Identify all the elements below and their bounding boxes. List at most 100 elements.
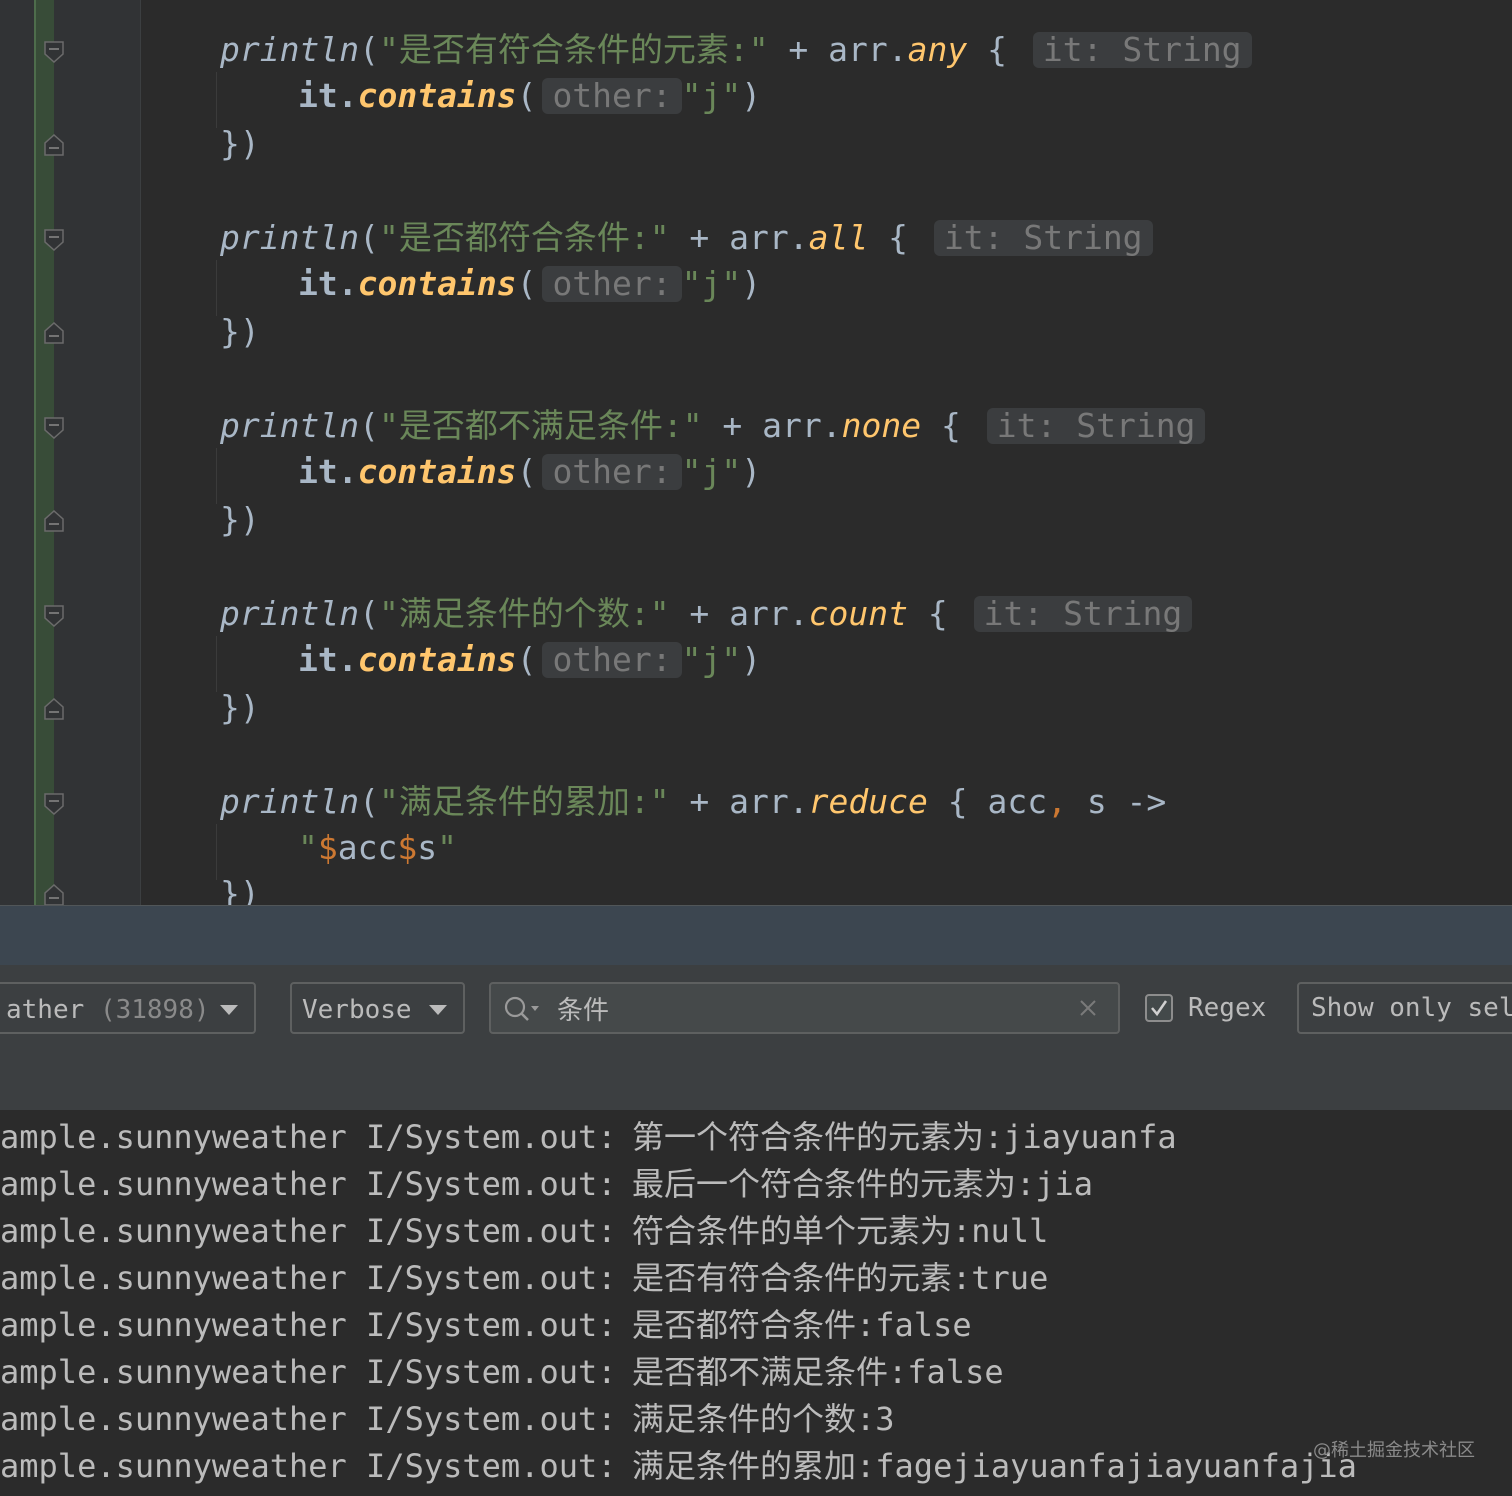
println-call: println	[220, 30, 360, 69]
paren: (	[359, 782, 379, 821]
fold-close-icon[interactable]	[44, 698, 64, 720]
parameter-hint: other:	[542, 78, 682, 114]
chevron-down-icon	[220, 1005, 238, 1015]
log-tag: ample.sunnyweather I/System.out:	[0, 1259, 617, 1297]
code-line[interactable]: })	[220, 874, 260, 905]
code-line[interactable]: println("是否都不满足条件:" + arr.none { it: Str…	[220, 406, 1206, 446]
method-name: any	[907, 30, 968, 69]
process-pid: (31898)	[99, 995, 210, 1025]
fold-close-icon[interactable]	[44, 884, 64, 905]
log-line[interactable]: ample.sunnyweather I/System.out: 满足条件的累加:…	[0, 1443, 1357, 1489]
log-message: 最后一个符合条件的元素为:jia	[632, 1165, 1094, 1203]
code-line[interactable]: it.contains(other: "j")	[298, 264, 761, 304]
code-line[interactable]: it.contains(other: "j")	[298, 640, 761, 680]
println-call: println	[220, 406, 360, 445]
parameter-hint: it: String	[933, 220, 1153, 256]
fold-close-icon[interactable]	[44, 322, 64, 344]
template-var: s	[417, 828, 438, 867]
fold-close-icon[interactable]	[44, 134, 64, 156]
code-editor[interactable]: println("是否有符合条件的元素:" + arr.any { it: St…	[0, 0, 1512, 905]
parameter-hint: other:	[542, 454, 682, 490]
method-name: contains	[357, 452, 517, 491]
log-message: 是否有符合条件的元素:true	[632, 1259, 1049, 1297]
log-message: 是否都符合条件:false	[632, 1306, 972, 1344]
parameter-hint: other:	[542, 266, 682, 302]
indent-guide	[216, 448, 217, 504]
log-tag: ample.sunnyweather I/System.out:	[0, 1353, 617, 1391]
process-dropdown[interactable]: ather (31898)	[0, 982, 256, 1034]
indent-guide	[216, 260, 217, 316]
block-close: })	[220, 500, 260, 539]
log-line[interactable]: ample.sunnyweather I/System.out: 是否有符合条件的…	[0, 1255, 1048, 1301]
code-brace: {	[907, 594, 948, 633]
regex-label[interactable]: Regex	[1188, 982, 1266, 1034]
fold-open-icon[interactable]	[44, 229, 64, 251]
code-brace: {	[921, 406, 961, 445]
block-close: })	[220, 312, 260, 351]
it-ref: it.	[298, 264, 358, 303]
logcat-output[interactable]: ample.sunnyweather I/System.out: 第一个符合条件的…	[0, 1111, 1512, 1496]
checkmark-icon	[1151, 1000, 1168, 1017]
search-icon[interactable]	[503, 994, 543, 1028]
code-plus: + arr.	[702, 406, 842, 445]
paren: )	[741, 76, 762, 115]
log-message: 符合条件的单个元素为:null	[632, 1212, 1049, 1250]
log-line[interactable]: ample.sunnyweather I/System.out: 符合条件的单个元…	[0, 1208, 1048, 1254]
log-message: 满足条件的个数:3	[632, 1400, 895, 1438]
template-var: acc	[337, 828, 398, 867]
show-only-label: Show only sele	[1311, 993, 1512, 1023]
code-brace: {	[967, 30, 1007, 69]
method-name: reduce	[808, 782, 928, 821]
log-line[interactable]: ample.sunnyweather I/System.out: 第一个符合条件的…	[0, 1114, 1177, 1160]
panel-splitter[interactable]	[0, 905, 1512, 966]
clear-search-icon[interactable]	[1078, 998, 1098, 1022]
code-brace: {	[868, 218, 908, 257]
code-plus: + arr.	[669, 782, 809, 821]
log-line[interactable]: ample.sunnyweather I/System.out: 满足条件的个数:…	[0, 1396, 895, 1442]
watermark: @稀土掘金技术社区	[1313, 1440, 1475, 1461]
code-line[interactable]: println("满足条件的累加:" + arr.reduce { acc, s…	[220, 782, 1166, 822]
paren: (	[516, 452, 537, 491]
log-level-dropdown[interactable]: Verbose	[290, 982, 465, 1034]
paren: (	[516, 264, 537, 303]
block-close: })	[220, 688, 260, 727]
indent-guide	[216, 824, 217, 880]
fold-open-icon[interactable]	[44, 793, 64, 815]
parameter-hint: it: String	[1032, 32, 1252, 68]
log-line[interactable]: ample.sunnyweather I/System.out: 最后一个符合条件…	[0, 1161, 1093, 1207]
string-quote: "	[298, 828, 318, 867]
log-search-field[interactable]	[489, 982, 1120, 1034]
search-input[interactable]	[557, 990, 1057, 1026]
fold-close-icon[interactable]	[44, 510, 64, 532]
code-line[interactable]: it.contains(other: "j")	[298, 76, 761, 116]
code-line[interactable]: "$acc$s"	[298, 828, 457, 868]
code-line[interactable]: })	[220, 500, 260, 540]
paren: (	[359, 218, 379, 257]
code-line[interactable]: println("满足条件的个数:" + arr.count { it: Str…	[220, 594, 1193, 634]
chevron-down-icon	[429, 1005, 447, 1015]
code-line[interactable]: it.contains(other: "j")	[298, 452, 761, 492]
code-line[interactable]: })	[220, 312, 260, 352]
log-message: 是否都不满足条件:false	[632, 1353, 1004, 1391]
string-literal: "j"	[681, 76, 742, 115]
regex-checkbox[interactable]	[1145, 994, 1173, 1022]
fold-open-icon[interactable]	[44, 417, 64, 439]
parameter-hint: it: String	[986, 408, 1206, 444]
code-line[interactable]: println("是否都符合条件:" + arr.all { it: Strin…	[220, 218, 1153, 258]
process-name: ather	[6, 995, 85, 1025]
log-tag: ample.sunnyweather I/System.out:	[0, 1400, 617, 1438]
string-literal: "j"	[681, 640, 742, 679]
fold-open-icon[interactable]	[44, 605, 64, 627]
log-line[interactable]: ample.sunnyweather I/System.out: 是否都符合条件:…	[0, 1302, 972, 1348]
paren: (	[359, 30, 379, 69]
code-line[interactable]: })	[220, 124, 260, 164]
show-only-selected-dropdown[interactable]: Show only sele	[1297, 982, 1512, 1034]
it-ref: it.	[298, 640, 358, 679]
code-line[interactable]: })	[220, 688, 260, 728]
log-line[interactable]: ample.sunnyweather I/System.out: 是否都不满足条件…	[0, 1349, 1004, 1395]
fold-open-icon[interactable]	[44, 41, 64, 63]
code-line[interactable]: println("是否有符合条件的元素:" + arr.any { it: St…	[220, 30, 1252, 70]
code-comma: ,	[1047, 782, 1067, 821]
method-name: none	[841, 406, 922, 445]
parameter-hint: it: String	[973, 596, 1193, 632]
